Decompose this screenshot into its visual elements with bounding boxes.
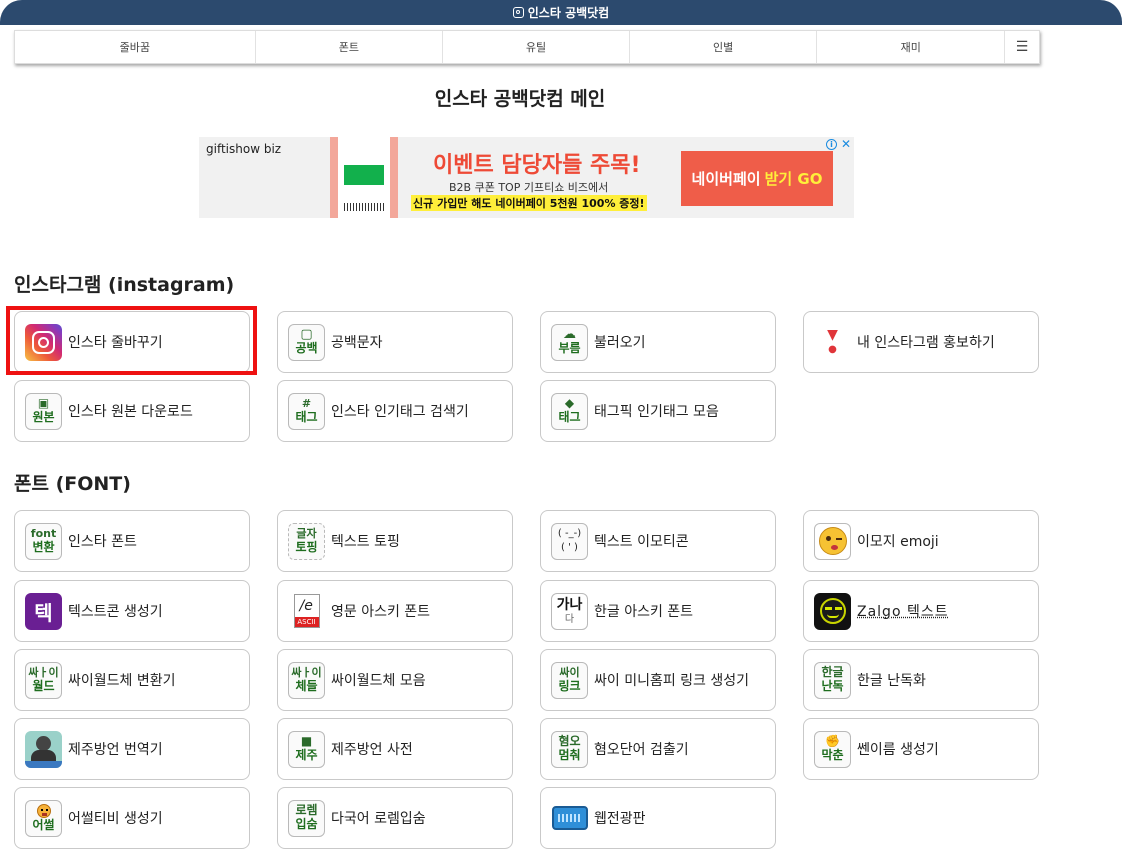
filter-icon: 혐오 멈춰 xyxy=(551,730,588,768)
card-minihompy-link[interactable]: 싸이 링크 싸이 미니홈피 링크 생성기 xyxy=(540,649,776,711)
card-hangul-ascii[interactable]: 가나 다 한글 아스키 폰트 xyxy=(540,580,776,642)
ad-subtext: B2B 쿠폰 TOP 기프티쇼 비즈에서 xyxy=(449,181,609,194)
note-icon: ▢ 공백 xyxy=(288,323,325,361)
ad-banner[interactable]: giftishow biz 이벤트 담당자들 주목! B2B 쿠폰 TOP 기프… xyxy=(199,137,854,218)
cyworld-icon: 싸ㅏ이 체들 xyxy=(288,661,325,699)
ad-brand: giftishow biz xyxy=(206,142,282,156)
card-zalgo[interactable]: Zalgo 텍스트 xyxy=(803,580,1039,642)
card-jeju-dictionary[interactable]: ■ 제주 제주방언 사전 xyxy=(277,718,513,780)
led-board-icon xyxy=(551,800,588,837)
hangul-ascii-icon: 가나 다 xyxy=(551,592,588,630)
nav-item-fun[interactable]: 재미 xyxy=(817,31,1006,63)
card-emoji[interactable]: 이모지 emoji xyxy=(803,510,1039,572)
hash-icon: # 태그 xyxy=(288,392,325,430)
gift-card-image xyxy=(330,137,398,218)
link-icon: 싸이 링크 xyxy=(551,661,588,699)
site-title: 인스타 공백닷컴 xyxy=(527,6,610,20)
card-asserttv[interactable]: 어썰 어썰티비 생성기 xyxy=(14,787,250,849)
menu-icon[interactable]: ☰ xyxy=(1005,31,1039,63)
card-jeju-translate[interactable]: 제주방언 번역기 xyxy=(14,718,250,780)
ad-promo-text: 신규 가입만 해도 네이버페이 5천원 100% 증정! xyxy=(411,195,647,211)
card-load[interactable]: ☁ 부름 불러오기 xyxy=(540,311,776,373)
nav-item-util[interactable]: 유틸 xyxy=(443,31,630,63)
book-icon: ■ 제주 xyxy=(288,730,325,768)
card-text-topping[interactable]: 글자 토핑 텍스트 토핑 xyxy=(277,510,513,572)
ad-close-icon[interactable]: ✕ xyxy=(841,137,851,151)
textcon-icon: 텍 xyxy=(25,592,62,630)
card-hate-detector[interactable]: 혐오 멈춰 혐오단어 검출기 xyxy=(540,718,776,780)
card-english-ascii[interactable]: /e ASCII 영문 아스키 폰트 xyxy=(277,580,513,642)
cyworld-icon: 싸ㅏ이 월드 xyxy=(25,661,62,699)
card-text-emoticon[interactable]: ( -_-) ( ' ) 텍스트 이모티콘 xyxy=(540,510,776,572)
instagram-icon xyxy=(512,7,524,18)
emoticon-icon: ( -_-) ( ' ) xyxy=(551,522,588,560)
card-hashtag-search[interactable]: # 태그 인스타 인기태그 검색기 xyxy=(277,380,513,442)
section-title-instagram: 인스타그램 (instagram) xyxy=(14,274,235,296)
text-topping-icon: 글자 토핑 xyxy=(288,522,325,560)
nav-item-linebreak[interactable]: 줄바꿈 xyxy=(15,31,256,63)
wink-emoji-icon xyxy=(814,522,851,560)
card-hangul-obfuscate[interactable]: 한글 난독 한글 난독화 xyxy=(803,649,1039,711)
card-cyworld-collection[interactable]: 싸ㅏ이 체들 싸이월드체 모음 xyxy=(277,649,513,711)
font-icon: font 변환 xyxy=(25,522,62,560)
fist-icon: ✊ 막춘 xyxy=(814,730,851,768)
card-cyworld-convert[interactable]: 싸ㅏ이 월드 싸이월드체 변환기 xyxy=(14,649,250,711)
main-nav: 줄바꿈 폰트 유틸 인별 재미 ☰ xyxy=(14,30,1040,64)
lorem-icon: 로렘 입숨 xyxy=(288,799,325,837)
card-lorem-ipsum[interactable]: 로렘 입숨 다국어 로렘입숨 xyxy=(277,787,513,849)
image-icon: ▣ 원본 xyxy=(25,392,62,430)
ad-cta-button[interactable]: 네이버페이 받기 GO xyxy=(681,151,833,206)
jeju-person-icon xyxy=(25,730,62,768)
card-textcon[interactable]: 텍 텍스트콘 생성기 xyxy=(14,580,250,642)
section-title-font: 폰트 (FONT) xyxy=(14,473,131,495)
zalgo-face-icon xyxy=(814,592,851,630)
card-tagpick[interactable]: ◆ 태그 태그픽 인기태그 모음 xyxy=(540,380,776,442)
tag-icon: ◆ 태그 xyxy=(551,392,588,430)
nav-item-inbyeol[interactable]: 인별 xyxy=(630,31,818,63)
card-insta-font[interactable]: font 변환 인스타 폰트 xyxy=(14,510,250,572)
ad-headline: 이벤트 담당자들 주목! xyxy=(433,153,641,178)
angry-emoji-icon: 어썰 xyxy=(25,799,62,837)
card-promote[interactable]: ▼ ● 내 인스타그램 홍보하기 xyxy=(803,311,1039,373)
card-original-download[interactable]: ▣ 원본 인스타 원본 다운로드 xyxy=(14,380,250,442)
card-blank-char[interactable]: ▢ 공백 공백문자 xyxy=(277,311,513,373)
ascii-file-icon: /e ASCII xyxy=(288,593,325,630)
nav-item-font[interactable]: 폰트 xyxy=(256,31,444,63)
obfuscate-icon: 한글 난독 xyxy=(814,661,851,699)
cloud-upload-icon: ☁ 부름 xyxy=(551,323,588,361)
exclamation-icon: ▼ ● xyxy=(827,327,838,355)
selection-highlight xyxy=(6,306,257,375)
card-led-board[interactable]: 웹전광판 xyxy=(540,787,776,849)
top-bar: 인스타 공백닷컴 xyxy=(0,0,1122,25)
ad-info-icon[interactable]: i xyxy=(826,139,837,150)
page-title: 인스타 공백닷컴 메인 xyxy=(434,88,606,110)
card-strong-name[interactable]: ✊ 막춘 쎈이름 생성기 xyxy=(803,718,1039,780)
